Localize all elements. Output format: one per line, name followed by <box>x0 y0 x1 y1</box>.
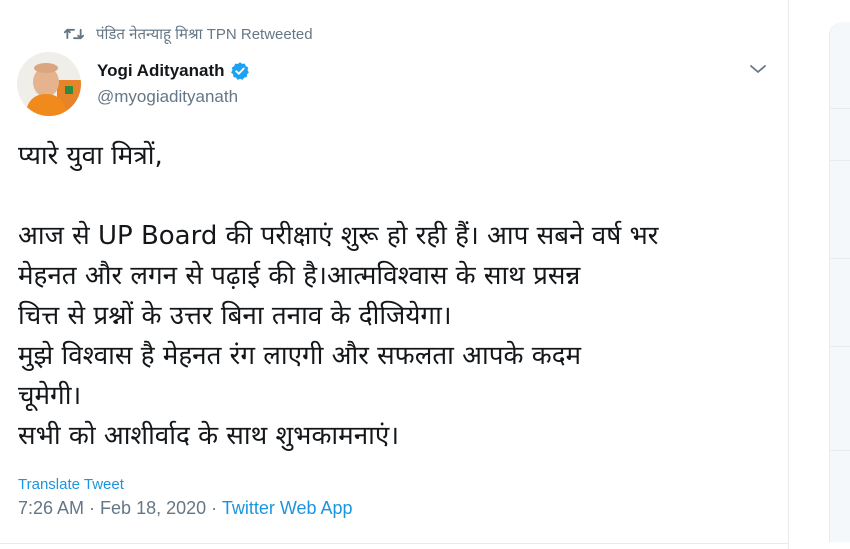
profile-avatar-image <box>17 52 81 116</box>
divider <box>829 258 850 259</box>
tweet-column: पंडित नेतन्याहू मिश्रा TPN Retweeted Yog… <box>0 0 789 549</box>
retweet-context[interactable]: पंडित नेतन्याहू मिश्रा TPN Retweeted <box>64 24 313 44</box>
divider <box>829 346 850 347</box>
tweet-time[interactable]: 7:26 AM <box>18 498 84 518</box>
avatar[interactable] <box>17 52 81 116</box>
author-name[interactable]: Yogi Adityanath <box>97 61 225 81</box>
divider <box>829 160 850 161</box>
retweet-label[interactable]: पंडित नेतन्याहू मिश्रा TPN Retweeted <box>96 24 313 44</box>
divider <box>829 108 850 109</box>
verified-badge-icon <box>230 62 249 80</box>
meta-separator: · <box>206 498 222 518</box>
author-name-row[interactable]: Yogi Adityanath <box>97 61 250 81</box>
retweet-icon <box>64 28 84 40</box>
tweet-line: आज से UP Board की परीक्षाएं शुरू हो रही … <box>18 221 659 251</box>
tweet-text: प्यारे युवा मित्रों, आज से UP Board की प… <box>18 136 778 456</box>
tweet-line: मुझे विश्वास है मेहनत रंग लाएगी और सफलता… <box>18 341 582 371</box>
sidebar-card <box>829 22 850 542</box>
tweet-line: सभी को आशीर्वाद के साथ शुभकामनाएं। <box>18 421 400 451</box>
tweet-line: मेहनत और लगन से पढ़ाई की है।आत्मविश्वास … <box>18 261 581 291</box>
tweet-metadata: 7:26 AM · Feb 18, 2020 · Twitter Web App <box>18 498 353 519</box>
tweet-line: चित्त से प्रश्नों के उत्तर बिना तनाव के … <box>18 301 452 331</box>
divider <box>0 543 788 544</box>
meta-separator: · <box>84 498 101 518</box>
divider <box>829 450 850 451</box>
tweet-line-blank <box>18 176 778 216</box>
tweet-source-app[interactable]: Twitter Web App <box>222 498 353 518</box>
author-handle[interactable]: @myogiadityanath <box>97 87 238 107</box>
chevron-down-icon[interactable] <box>747 60 769 78</box>
tweet-line: चूमेगी। <box>18 381 82 411</box>
translate-tweet-link[interactable]: Translate Tweet <box>18 476 124 493</box>
tweet-date[interactable]: Feb 18, 2020 <box>100 498 206 518</box>
right-sidebar <box>789 0 850 549</box>
tweet-line: प्यारे युवा मित्रों, <box>18 141 163 171</box>
